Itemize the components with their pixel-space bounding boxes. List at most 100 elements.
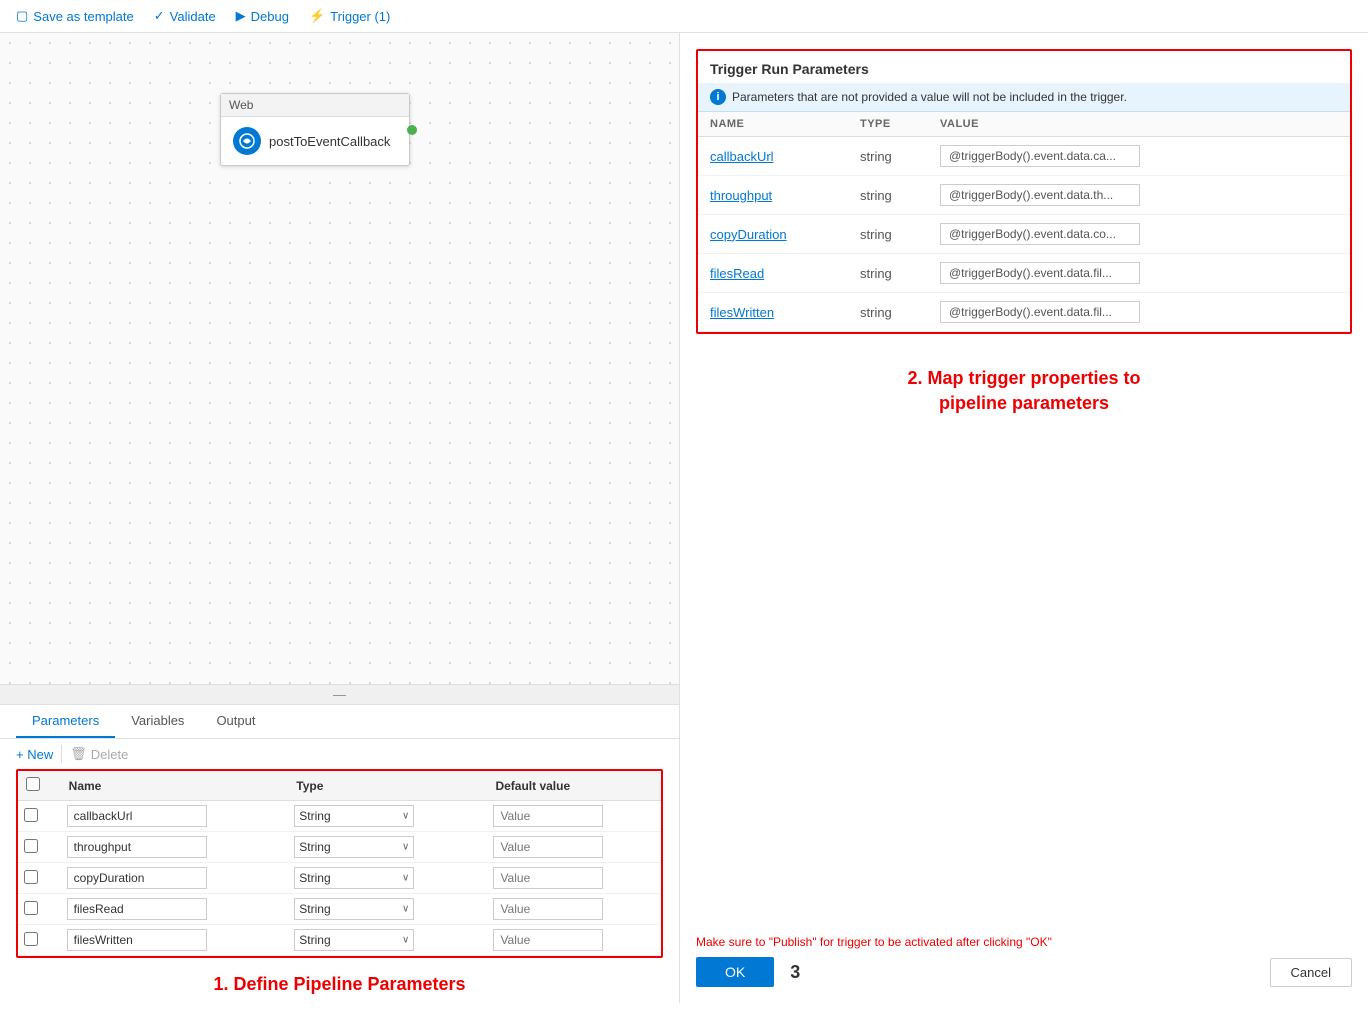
- trigger-th-type: TYPE: [848, 112, 928, 137]
- tab-variables-label: Variables: [131, 713, 184, 728]
- row-checkbox-cell: [18, 925, 61, 956]
- tab-parameters-label: Parameters: [32, 713, 99, 728]
- minimize-icon[interactable]: —: [333, 687, 346, 702]
- trigger-param-name-link[interactable]: copyDuration: [710, 227, 787, 242]
- step1-text: 1. Define Pipeline Parameters: [213, 974, 465, 994]
- row-value-cell: [487, 925, 661, 956]
- validate-button[interactable]: ✓ Validate: [154, 8, 216, 24]
- trigger-value-input[interactable]: [940, 301, 1140, 323]
- trigger-table-row: callbackUrl string: [698, 137, 1350, 176]
- action-buttons: OK 3 Cancel: [696, 957, 1352, 987]
- tab-output[interactable]: Output: [200, 705, 271, 738]
- trigger-header-value: VALUE: [940, 118, 979, 130]
- save-template-label: Save as template: [33, 9, 133, 24]
- right-panel: Trigger Run Parameters i Parameters that…: [680, 33, 1368, 1003]
- param-name-input[interactable]: [67, 836, 207, 858]
- tab-parameters[interactable]: Parameters: [16, 705, 115, 738]
- trigger-param-name-link[interactable]: filesRead: [710, 266, 764, 281]
- trigger-table-row: filesRead string: [698, 254, 1350, 293]
- trigger-label: Trigger (1): [330, 9, 390, 24]
- row-checkbox[interactable]: [24, 870, 38, 884]
- trigger-param-name-link[interactable]: callbackUrl: [710, 149, 774, 164]
- trigger-row-type: string: [848, 254, 928, 293]
- parameters-table-container: Name Type Default value: [16, 769, 663, 958]
- activity-name-label: postToEventCallback: [269, 134, 390, 149]
- toolbar-separator: [61, 745, 62, 763]
- row-checkbox[interactable]: [24, 808, 38, 822]
- new-parameter-button[interactable]: + New: [16, 747, 53, 762]
- param-type-select[interactable]: String Int Float Bool Array Object Secur…: [294, 836, 414, 858]
- activity-connector: [407, 125, 417, 135]
- trigger-panel: Trigger Run Parameters i Parameters that…: [696, 49, 1352, 334]
- delete-label: Delete: [91, 747, 129, 762]
- param-value-input[interactable]: [493, 805, 603, 827]
- param-type-select[interactable]: String Int Float Bool Array Object Secur…: [294, 929, 414, 951]
- bottom-actions: Make sure to "Publish" for trigger to be…: [696, 935, 1352, 987]
- parameters-table: Name Type Default value: [18, 771, 661, 956]
- param-name-input[interactable]: [67, 867, 207, 889]
- trigger-table-row: copyDuration string: [698, 215, 1350, 254]
- type-select-wrapper: String Int Float Bool Array Object Secur…: [294, 836, 414, 858]
- row-checkbox[interactable]: [24, 932, 38, 946]
- trigger-title-text: Trigger Run Parameters: [710, 61, 869, 77]
- step1-label: 1. Define Pipeline Parameters: [0, 966, 679, 1003]
- trigger-value-input[interactable]: [940, 262, 1140, 284]
- param-value-input[interactable]: [493, 867, 603, 889]
- trigger-button[interactable]: ⚡ Trigger (1): [309, 8, 390, 24]
- trigger-param-name-link[interactable]: filesWritten: [710, 305, 774, 320]
- step2-text: 2. Map trigger properties topipeline par…: [907, 368, 1140, 413]
- debug-button[interactable]: ▶ Debug: [236, 8, 289, 24]
- trigger-value-input[interactable]: [940, 145, 1140, 167]
- save-icon: ▢: [16, 8, 28, 24]
- row-checkbox-cell: [18, 801, 61, 832]
- param-type-select[interactable]: String Int Float Bool Array Object Secur…: [294, 898, 414, 920]
- trigger-header-type: TYPE: [860, 118, 891, 130]
- trigger-row-type: string: [848, 176, 928, 215]
- save-template-button[interactable]: ▢ Save as template: [16, 8, 134, 24]
- step3-text: 3: [790, 962, 800, 982]
- trigger-row-value: [928, 293, 1350, 332]
- ok-label: OK: [725, 964, 745, 980]
- trigger-row-value: [928, 137, 1350, 176]
- bottom-panel-tabs: Parameters Variables Output: [0, 705, 679, 739]
- param-type-select[interactable]: String Int Float Bool Array Object Secur…: [294, 805, 414, 827]
- param-name-input[interactable]: [67, 929, 207, 951]
- trigger-value-input[interactable]: [940, 223, 1140, 245]
- param-name-input[interactable]: [67, 805, 207, 827]
- trigger-table-row: filesWritten string: [698, 293, 1350, 332]
- table-row: String Int Float Bool Array Object Secur…: [18, 894, 661, 925]
- row-type-cell: String Int Float Bool Array Object Secur…: [288, 832, 487, 863]
- delete-parameter-button[interactable]: 🗑 Delete: [70, 746, 128, 762]
- row-type-cell: String Int Float Bool Array Object Secur…: [288, 801, 487, 832]
- param-name-input[interactable]: [67, 898, 207, 920]
- param-value-input[interactable]: [493, 898, 603, 920]
- row-checkbox[interactable]: [24, 901, 38, 915]
- row-checkbox-cell: [18, 863, 61, 894]
- header-name-label: Name: [69, 779, 102, 793]
- cancel-button[interactable]: Cancel: [1270, 958, 1352, 987]
- tab-variables[interactable]: Variables: [115, 705, 200, 738]
- row-checkbox[interactable]: [24, 839, 38, 853]
- activity-box-header: Web: [221, 94, 409, 117]
- table-row: String Int Float Bool Array Object Secur…: [18, 801, 661, 832]
- row-value-cell: [487, 863, 661, 894]
- trigger-value-input[interactable]: [940, 184, 1140, 206]
- table-row: String Int Float Bool Array Object Secur…: [18, 925, 661, 956]
- param-type-select[interactable]: String Int Float Bool Array Object Secur…: [294, 867, 414, 889]
- param-value-input[interactable]: [493, 929, 603, 951]
- cancel-label: Cancel: [1291, 965, 1331, 980]
- row-name-cell: [61, 894, 289, 925]
- row-name-cell: [61, 925, 289, 956]
- row-checkbox-cell: [18, 894, 61, 925]
- type-select-wrapper: String Int Float Bool Array Object Secur…: [294, 867, 414, 889]
- trigger-param-name-link[interactable]: throughput: [710, 188, 772, 203]
- ok-button[interactable]: OK: [696, 957, 774, 987]
- param-value-input[interactable]: [493, 836, 603, 858]
- trigger-panel-title: Trigger Run Parameters: [698, 51, 1350, 83]
- row-value-cell: [487, 832, 661, 863]
- row-value-cell: [487, 894, 661, 925]
- header-value-label: Default value: [495, 779, 570, 793]
- activity-box[interactable]: Web postToEventCallback: [220, 93, 410, 166]
- select-all-checkbox[interactable]: [26, 777, 40, 791]
- th-default-value: Default value: [487, 771, 661, 801]
